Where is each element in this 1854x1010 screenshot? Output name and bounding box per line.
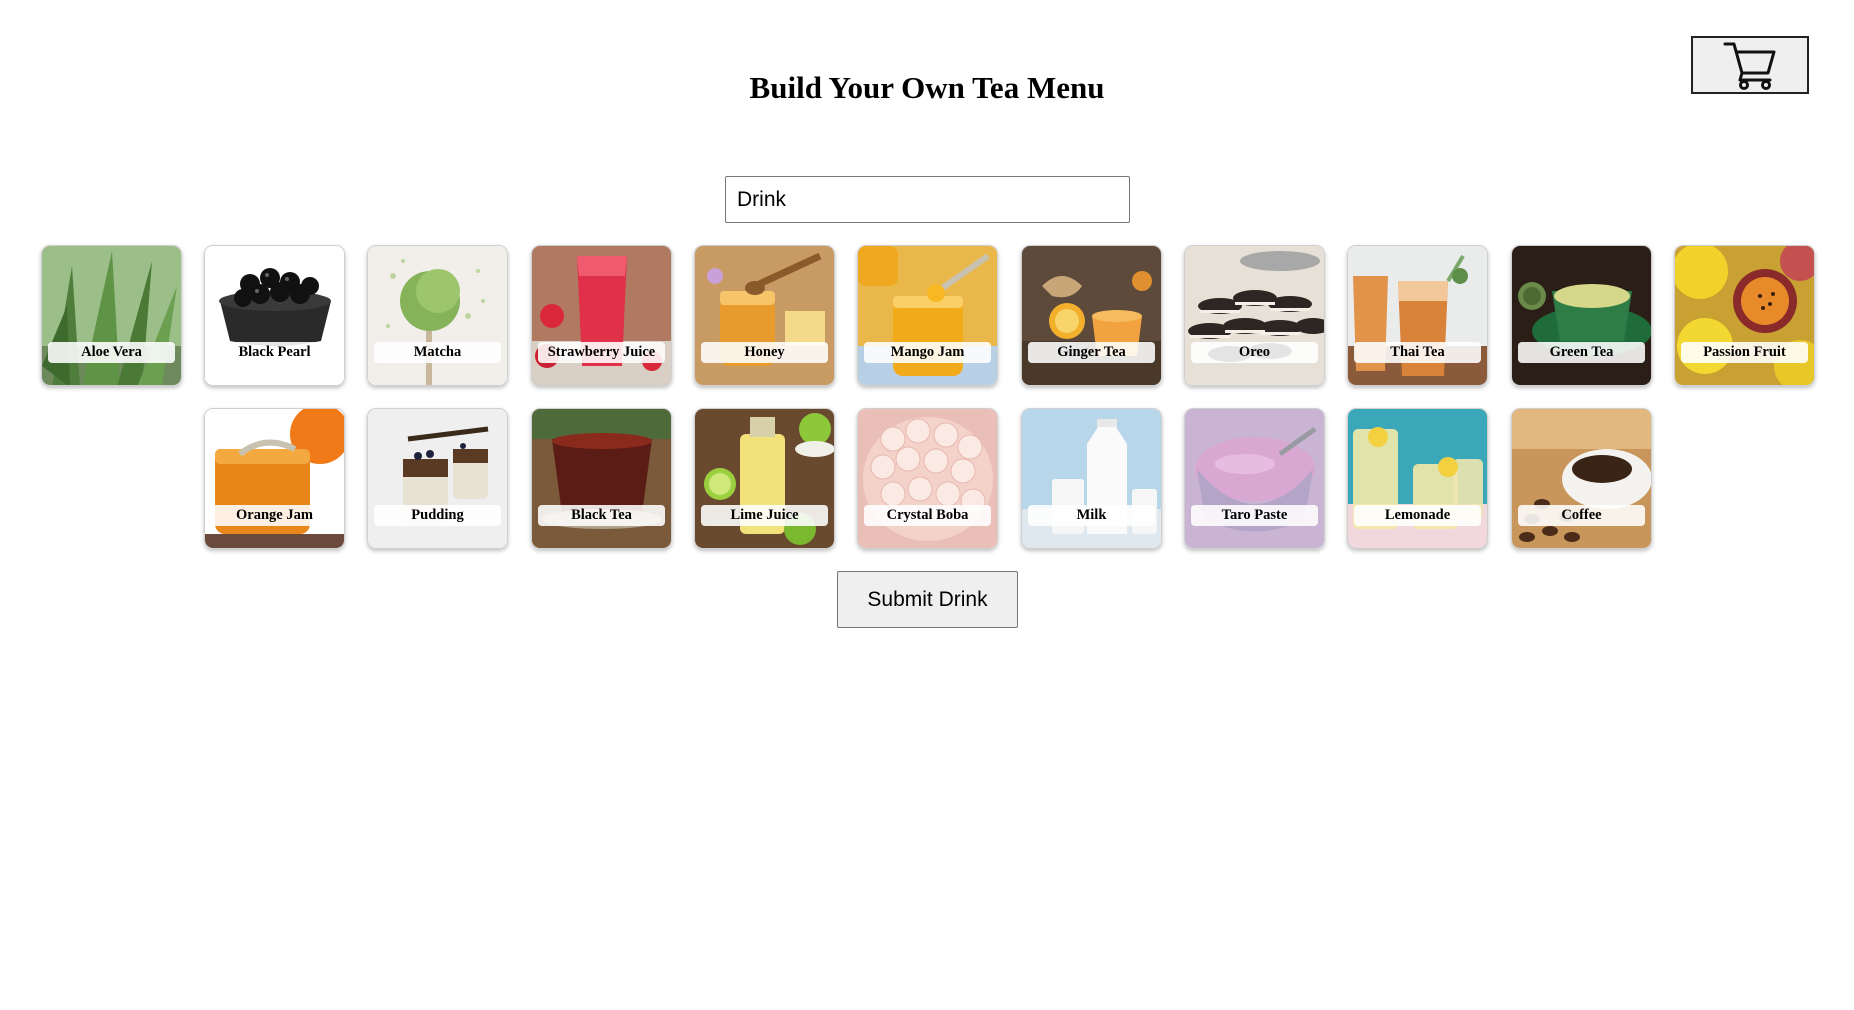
ingredient-tile-passion-fruit[interactable]: Passion Fruit <box>1674 245 1815 386</box>
black-pearl-image <box>205 246 344 385</box>
ingredient-tile-thai-tea[interactable]: Thai Tea <box>1347 245 1488 386</box>
page: Build Your Own Tea Menu Aloe Vera <box>0 0 1854 1010</box>
ingredient-label: Coffee <box>1518 505 1645 526</box>
aloe-vera-image <box>42 246 181 385</box>
ingredient-tile-mango-jam[interactable]: Mango Jam <box>857 245 998 386</box>
ingredient-label: Black Tea <box>538 505 665 526</box>
ingredient-tile-honey[interactable]: Honey <box>694 245 835 386</box>
ginger-tea-image <box>1022 246 1161 385</box>
ingredient-tile-pudding[interactable]: Pudding <box>367 408 508 549</box>
ingredient-label: Pudding <box>374 505 501 526</box>
crystal-boba-image <box>858 409 997 548</box>
milk-image <box>1022 409 1161 548</box>
ingredient-label: Aloe Vera <box>48 342 175 363</box>
ingredient-tile-coffee[interactable]: Coffee <box>1511 408 1652 549</box>
ingredient-tile-black-pearl[interactable]: Black Pearl <box>204 245 345 386</box>
ingredient-label: Strawberry Juice <box>538 342 665 363</box>
page-title: Build Your Own Tea Menu <box>749 70 1105 105</box>
ingredient-label: Taro Paste <box>1191 505 1318 526</box>
ingredient-tile-matcha[interactable]: Matcha <box>367 245 508 386</box>
ingredient-tile-ginger-tea[interactable]: Ginger Tea <box>1021 245 1162 386</box>
ingredient-label: Ginger Tea <box>1028 342 1155 363</box>
coffee-image <box>1512 409 1651 548</box>
ingredient-tile-strawberry-juice[interactable]: Strawberry Juice <box>531 245 672 386</box>
ingredient-tile-lemonade[interactable]: Lemonade <box>1347 408 1488 549</box>
ingredient-tile-milk[interactable]: Milk <box>1021 408 1162 549</box>
thai-tea-image <box>1348 246 1487 385</box>
ingredient-label: Crystal Boba <box>864 505 991 526</box>
ingredient-label: Green Tea <box>1518 342 1645 363</box>
lime-juice-image <box>695 409 834 548</box>
ingredient-label: Honey <box>701 342 828 363</box>
ingredient-label: Black Pearl <box>211 342 338 363</box>
ingredient-label: Lemonade <box>1354 505 1481 526</box>
ingredient-label: Milk <box>1028 505 1155 526</box>
drink-name-input[interactable] <box>725 176 1130 223</box>
cart-button[interactable] <box>1691 36 1809 94</box>
matcha-image <box>368 246 507 385</box>
ingredient-label: Mango Jam <box>864 342 991 363</box>
taro-paste-image <box>1185 409 1324 548</box>
ingredient-label: Lime Juice <box>701 505 828 526</box>
pudding-image <box>368 409 507 548</box>
ingredient-tile-black-tea[interactable]: Black Tea <box>531 408 672 549</box>
ingredient-tile-taro-paste[interactable]: Taro Paste <box>1184 408 1325 549</box>
orange-jam-image <box>205 409 344 548</box>
ingredient-tile-lime-juice[interactable]: Lime Juice <box>694 408 835 549</box>
ingredient-tile-orange-jam[interactable]: Orange Jam <box>204 408 345 549</box>
honey-image <box>695 246 834 385</box>
ingredient-label: Orange Jam <box>211 505 338 526</box>
mango-jam-image <box>858 246 997 385</box>
oreo-image <box>1185 246 1324 385</box>
ingredient-tile-oreo[interactable]: Oreo <box>1184 245 1325 386</box>
submit-drink-button[interactable]: Submit Drink <box>837 571 1018 628</box>
lemonade-image <box>1348 409 1487 548</box>
ingredient-tile-crystal-boba[interactable]: Crystal Boba <box>857 408 998 549</box>
ingredient-label: Thai Tea <box>1354 342 1481 363</box>
ingredient-tile-green-tea[interactable]: Green Tea <box>1511 245 1652 386</box>
ingredient-label: Matcha <box>374 342 501 363</box>
strawberry-juice-image <box>532 246 671 385</box>
ingredient-label: Oreo <box>1191 342 1318 363</box>
ingredient-label: Passion Fruit <box>1681 342 1808 363</box>
passion-fruit-image <box>1675 246 1814 385</box>
shopping-cart-icon <box>1723 42 1776 90</box>
black-tea-image <box>532 409 671 548</box>
green-tea-image <box>1512 246 1651 385</box>
ingredient-tile-aloe-vera[interactable]: Aloe Vera <box>41 245 182 386</box>
